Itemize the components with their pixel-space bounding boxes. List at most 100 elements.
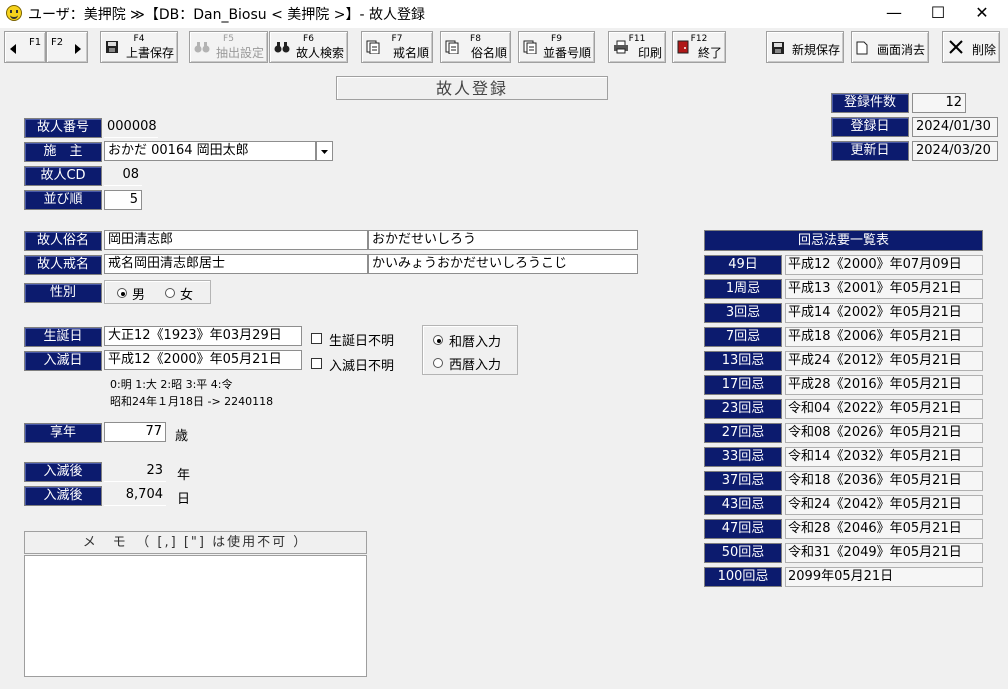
clear-screen-button[interactable]: 画面消去 <box>851 31 929 63</box>
app-smiley-icon <box>6 5 22 21</box>
sort-kaimyo-label: 戒名順 <box>392 46 429 60</box>
gender-label: 性別 <box>24 283 102 303</box>
chief-mourner-dropdown-button[interactable] <box>316 141 333 161</box>
delete-x-icon <box>948 39 964 55</box>
secular-name-label: 故人俗名 <box>24 231 102 251</box>
f2-key-label: F2 <box>51 37 64 48</box>
memorial-row-date: 2099年05月21日 <box>785 567 983 587</box>
posthumous-name-input[interactable]: 戒名岡田清志郎居士 <box>104 254 368 274</box>
memo-header: メ モ （ [,] ["] は使用不可 ） <box>24 531 367 554</box>
chief-mourner-label: 施 主 <box>24 142 102 162</box>
memorial-row-name: 33回忌 <box>704 447 782 467</box>
chief-mourner-select[interactable]: おかだ 00164 岡田太郎 <box>104 141 316 161</box>
memorial-row-date: 令和08《2026》年05月21日 <box>785 423 983 443</box>
f1-prev-button[interactable]: F1 <box>4 31 46 63</box>
memorial-row-date: 令和14《2032》年05月21日 <box>785 447 983 467</box>
new-save-label: 新規保存 <box>791 43 840 57</box>
exit-button[interactable]: F12 終了 <box>672 31 726 63</box>
memorial-row-date: 平成14《2002》年05月21日 <box>785 303 983 323</box>
f1-key-label: F1 <box>29 37 42 48</box>
deceased-number-label: 故人番号 <box>24 118 102 138</box>
memorial-row-date: 令和24《2042》年05月21日 <box>785 495 983 515</box>
sort-number-button[interactable]: F9 並番号順 <box>518 31 595 63</box>
posthumous-name-kana-input[interactable]: かいみょうおかだせいしろうこじ <box>368 254 638 274</box>
memorial-row-name: 23回忌 <box>704 399 782 419</box>
memorial-row-date: 平成24《2012》年05月21日 <box>785 351 983 371</box>
gender-female-label: 女 <box>180 288 194 303</box>
calendar-wareki-label: 和暦入力 <box>449 335 502 350</box>
registered-date-value: 2024/01/30 <box>912 117 998 137</box>
f7-key-label: F7 <box>391 34 403 44</box>
days-since-death-value: 8,704 <box>104 486 166 506</box>
birth-date-input[interactable]: 大正12《1923》年03月29日 <box>104 326 302 346</box>
updated-date-label: 更新日 <box>831 141 909 161</box>
close-window-button[interactable]: ✕ <box>960 0 1004 28</box>
memorial-row-name: 27回忌 <box>704 423 782 443</box>
toolbar: F1 F2 F4 上書保存 F5 抽出設定 F6 故人検索 F7 戒名順 F8 … <box>0 28 1008 66</box>
order-input[interactable]: 5 <box>104 190 142 210</box>
sort-number-label: 並番号順 <box>542 46 591 60</box>
sort-kaimyo-button[interactable]: F7 戒名順 <box>361 31 433 63</box>
memorial-row-name: 17回忌 <box>704 375 782 395</box>
overwrite-save-button[interactable]: F4 上書保存 <box>100 31 178 63</box>
delete-label: 削除 <box>971 43 996 57</box>
age-label: 享年 <box>24 423 102 443</box>
page-title: 故人登録 <box>336 76 608 100</box>
memorial-row-date: 平成18《2006》年05月21日 <box>785 327 983 347</box>
search-deceased-label: 故人検索 <box>295 46 344 60</box>
age-unit: 歳 <box>175 429 189 444</box>
calendar-seireki-radio[interactable] <box>433 358 443 368</box>
era-example-hint: 昭和24年１月18日 -> 2240118 <box>110 395 274 408</box>
clear-screen-label: 画面消去 <box>876 43 925 57</box>
memorial-row-name: 37回忌 <box>704 471 782 491</box>
extract-settings-button[interactable]: F5 抽出設定 <box>189 31 268 63</box>
arrow-left-icon <box>10 44 16 54</box>
posthumous-name-label: 故人戒名 <box>24 255 102 275</box>
deceased-cd-value: 08 <box>104 166 142 186</box>
memorial-row-date: 令和04《2022》年05月21日 <box>785 399 983 419</box>
death-unknown-label: 入滅日不明 <box>329 359 395 374</box>
memorial-row-name: 7回忌 <box>704 327 782 347</box>
memorial-row-name: 49日 <box>704 255 782 275</box>
secular-name-kana-input[interactable]: おかだせいしろう <box>368 230 638 250</box>
chevron-down-icon <box>321 150 328 154</box>
days-since-death-label: 入滅後 <box>24 486 102 506</box>
memorial-row-name: 3回忌 <box>704 303 782 323</box>
era-code-hint: 0:明 1:大 2:昭 3:平 4:令 <box>110 378 233 391</box>
deceased-cd-label: 故人CD <box>24 166 102 186</box>
minimize-button[interactable]: — <box>872 0 916 28</box>
f9-key-label: F9 <box>551 34 562 44</box>
years-since-death-value: 23 <box>104 462 166 482</box>
print-button[interactable]: F11 印刷 <box>608 31 666 63</box>
sort-zokumyo-button[interactable]: F8 俗名順 <box>440 31 511 63</box>
calendar-mode-group: 和暦入力 西暦入力 <box>422 325 518 375</box>
floppy-disk-icon <box>771 41 785 55</box>
gender-male-label: 男 <box>132 288 146 303</box>
delete-button[interactable]: 削除 <box>942 31 1000 63</box>
f2-next-button[interactable]: F2 <box>46 31 88 63</box>
death-unknown-checkbox[interactable] <box>311 358 322 369</box>
deceased-number-value: 000008 <box>104 118 158 138</box>
calendar-wareki-radio[interactable] <box>433 335 443 345</box>
gender-male-radio[interactable] <box>117 288 127 298</box>
arrow-right-icon <box>75 44 81 54</box>
new-save-button[interactable]: 新規保存 <box>766 31 844 63</box>
age-input[interactable]: 77 <box>104 422 166 442</box>
memorial-row-date: 令和31《2049》年05月21日 <box>785 543 983 563</box>
window-title: ユーザ：美押院 ≫【DB：Dan_Biosu < 美押院 >】- 故人登録 <box>28 7 425 23</box>
memo-textarea[interactable] <box>24 555 367 677</box>
maximize-button[interactable]: ☐ <box>916 0 960 28</box>
birth-unknown-label: 生誕日不明 <box>329 334 395 349</box>
calendar-seireki-label: 西暦入力 <box>449 358 502 373</box>
gender-female-radio[interactable] <box>165 288 175 298</box>
search-deceased-button[interactable]: F6 故人検索 <box>269 31 348 63</box>
years-unit: 年 <box>177 468 191 483</box>
sort-zokumyo-label: 俗名順 <box>470 46 507 60</box>
birth-unknown-checkbox[interactable] <box>311 333 322 344</box>
f12-key-label: F12 <box>690 34 708 44</box>
f8-key-label: F8 <box>470 34 481 44</box>
death-date-input[interactable]: 平成12《2000》年05月21日 <box>104 350 302 370</box>
memorial-row-date: 平成28《2016》年05月21日 <box>785 375 983 395</box>
registered-date-label: 登録日 <box>831 117 909 137</box>
secular-name-input[interactable]: 岡田清志郎 <box>104 230 368 250</box>
